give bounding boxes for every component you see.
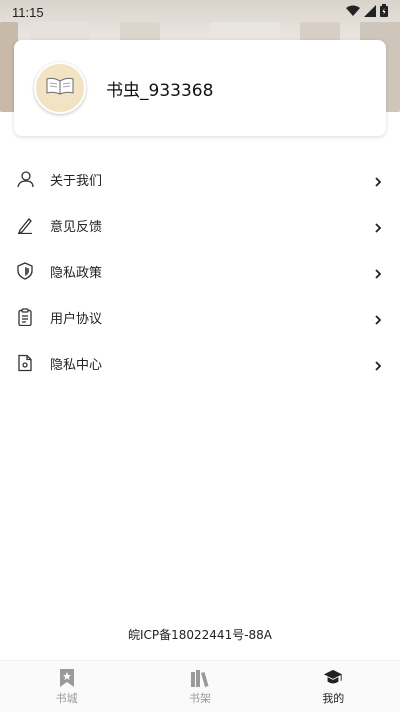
chevron-right-icon <box>372 357 384 371</box>
battery-icon <box>380 4 388 20</box>
tab-bookstore[interactable]: 书城 <box>0 661 133 712</box>
tab-label: 书架 <box>188 691 211 705</box>
menu-item-feedback[interactable]: 意见反馈 <box>0 202 400 248</box>
profile-card[interactable]: 书虫_933368 <box>14 40 386 136</box>
clipboard-icon <box>16 308 34 326</box>
settings-menu: 关于我们 意见反馈 隐私政策 用户协议 隐私中心 <box>0 156 400 386</box>
chevron-right-icon <box>372 265 384 279</box>
tab-label: 我的 <box>322 691 345 705</box>
shield-icon <box>16 262 34 280</box>
username: 书虫_933368 <box>106 80 214 101</box>
person-icon <box>16 170 34 188</box>
tab-bookshelf[interactable]: 书架 <box>133 661 266 712</box>
status-time: 11:15 <box>12 4 44 20</box>
icp-license-text: 皖ICP备18022441号-88A <box>127 628 273 642</box>
tab-label: 书城 <box>55 691 78 705</box>
pen-icon <box>16 216 34 234</box>
tab-mine[interactable]: 我的 <box>267 661 400 712</box>
menu-item-label: 隐私政策 <box>50 265 103 281</box>
open-book-icon <box>45 76 75 100</box>
menu-item-user-agreement[interactable]: 用户协议 <box>0 294 400 340</box>
avatar[interactable] <box>34 62 86 114</box>
document-icon <box>16 354 34 372</box>
bottom-tab-bar: 书城 书架 我的 <box>0 660 400 712</box>
chevron-right-icon <box>372 219 384 233</box>
menu-item-label: 意见反馈 <box>50 219 103 235</box>
status-bar: 11:15 <box>0 0 400 24</box>
menu-item-privacy-center[interactable]: 隐私中心 <box>0 340 400 386</box>
menu-item-label: 关于我们 <box>50 173 103 189</box>
menu-item-label: 用户协议 <box>50 311 103 327</box>
signal-icon <box>364 4 376 20</box>
bookmark-icon <box>57 668 77 688</box>
chevron-right-icon <box>372 311 384 325</box>
wifi-icon <box>346 5 360 20</box>
menu-item-label: 隐私中心 <box>50 357 103 373</box>
chevron-right-icon <box>372 173 384 187</box>
books-icon <box>190 668 210 688</box>
graduation-cap-icon <box>323 668 343 688</box>
menu-item-privacy-policy[interactable]: 隐私政策 <box>0 248 400 294</box>
menu-item-about-us[interactable]: 关于我们 <box>0 156 400 202</box>
